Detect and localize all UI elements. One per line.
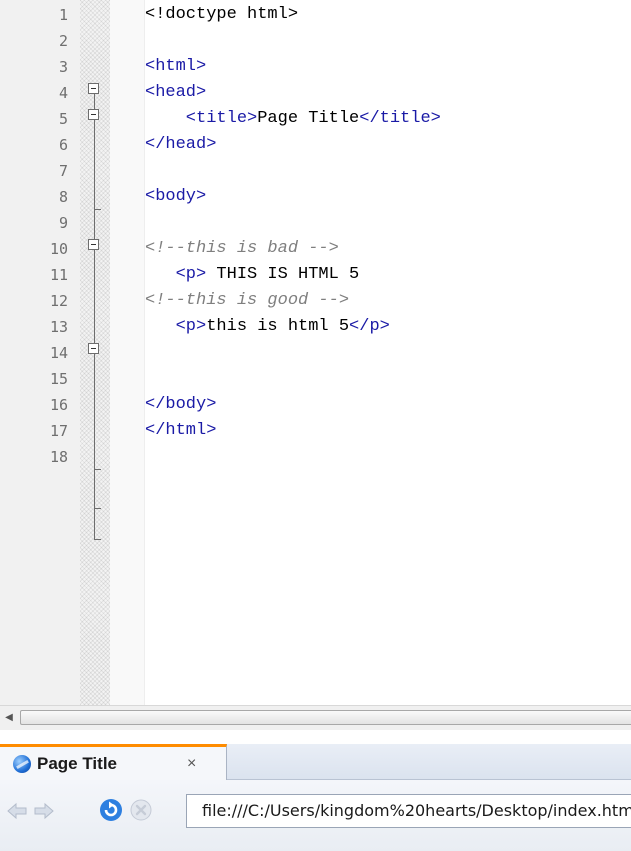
back-arrow-icon[interactable] <box>6 800 28 822</box>
code-line[interactable]: 2 <box>0 28 631 54</box>
html-tag-token: </title> <box>359 109 441 128</box>
fold-guide <box>94 250 95 343</box>
line-number: 1 <box>58 6 68 24</box>
text-token: Page Title <box>257 109 360 128</box>
browser-tab-bar: Page Title × <box>0 744 631 780</box>
globe-icon <box>13 755 31 773</box>
comment-token: <!--this is bad --> <box>145 239 339 258</box>
line-number: 2 <box>58 32 68 50</box>
fold-toggle-p[interactable] <box>88 343 99 354</box>
comment-token: <!--this is good --> <box>145 291 350 310</box>
divider <box>0 730 631 744</box>
html-tag-token: <html> <box>145 57 207 76</box>
code-text[interactable]: <p>this is html 5</p> <box>145 314 390 340</box>
fold-toggle-head[interactable] <box>88 109 99 120</box>
line-number: 4 <box>58 84 68 102</box>
line-number: 11 <box>49 266 68 284</box>
line-number: 18 <box>49 448 68 466</box>
text-token: THIS IS HTML 5 <box>206 265 360 284</box>
fold-end-marker <box>94 469 101 470</box>
html-tag-token: </p> <box>349 317 390 336</box>
line-number: 6 <box>58 136 68 154</box>
line-number: 17 <box>49 422 68 440</box>
line-number: 3 <box>58 58 68 76</box>
fold-guide <box>94 354 95 539</box>
line-number: 15 <box>49 370 68 388</box>
code-text[interactable]: <body> <box>145 184 206 210</box>
browser-tab[interactable]: Page Title × <box>0 744 227 780</box>
code-line[interactable]: 1 <!doctype html> <box>0 2 631 28</box>
browser-nav-bar: file:///C:/Users/kingdom%20hearts/Deskto… <box>0 780 631 851</box>
code-text[interactable]: <html> <box>145 54 206 80</box>
html-tag-token: <body> <box>145 187 207 206</box>
fold-toggle-body[interactable] <box>88 239 99 250</box>
html-tag-token: </body> <box>145 395 217 414</box>
code-text[interactable]: <!--this is good --> <box>145 288 349 314</box>
code-text[interactable]: <head> <box>145 80 206 106</box>
code-text[interactable]: <title>Page Title</title> <box>145 106 441 132</box>
text-token: <!doctype html> <box>145 5 299 24</box>
line-number: 5 <box>58 110 68 128</box>
horizontal-scrollbar[interactable]: ◀ <box>0 705 631 730</box>
scroll-left-icon[interactable]: ◀ <box>3 711 15 725</box>
html-tag-token: <p> <box>145 317 207 336</box>
line-number: 9 <box>58 214 68 232</box>
line-number: 10 <box>49 240 68 258</box>
html-tag-token: </head> <box>145 135 217 154</box>
address-bar[interactable]: file:///C:/Users/kingdom%20hearts/Deskto… <box>186 794 631 828</box>
text-token: this is html 5 <box>206 317 350 336</box>
html-tag-token: <head> <box>145 83 207 102</box>
url-text[interactable]: file:///C:/Users/kingdom%20hearts/Deskto… <box>202 801 631 821</box>
fold-guide <box>94 120 95 239</box>
line-number: 14 <box>49 344 68 362</box>
fold-toggle-html[interactable] <box>88 83 99 94</box>
code-editor[interactable]: 1 <!doctype html> 2 3 <html> 4 <head> 5 <title>… <box>0 0 631 705</box>
code-text[interactable]: <!doctype html> <box>145 2 298 28</box>
fold-guide <box>94 94 95 109</box>
code-text[interactable]: </html> <box>145 418 216 444</box>
line-number: 16 <box>49 396 68 414</box>
line-number: 13 <box>49 318 68 336</box>
code-text[interactable]: </body> <box>145 392 216 418</box>
line-number: 7 <box>58 162 68 180</box>
fold-end-marker <box>94 209 101 210</box>
close-tab-icon[interactable]: × <box>187 754 196 774</box>
code-text[interactable]: <!--this is bad --> <box>145 236 339 262</box>
scrollbar-thumb[interactable] <box>20 710 631 725</box>
tab-title: Page Title <box>37 754 117 773</box>
line-number: 12 <box>49 292 68 310</box>
fold-end-marker <box>94 539 101 540</box>
html-tag-token: <title> <box>145 109 258 128</box>
code-text[interactable]: <p> THIS IS HTML 5 <box>145 262 360 288</box>
forward-arrow-icon[interactable] <box>33 800 55 822</box>
html-tag-token: </html> <box>145 421 217 440</box>
code-text[interactable]: </head> <box>145 132 216 158</box>
fold-end-marker <box>94 508 101 509</box>
stop-icon[interactable] <box>130 799 152 821</box>
line-number: 8 <box>58 188 68 206</box>
html-tag-token: <p> <box>145 265 207 284</box>
code-line[interactable]: 3 <html> <box>0 54 631 80</box>
reload-icon[interactable] <box>99 798 123 822</box>
